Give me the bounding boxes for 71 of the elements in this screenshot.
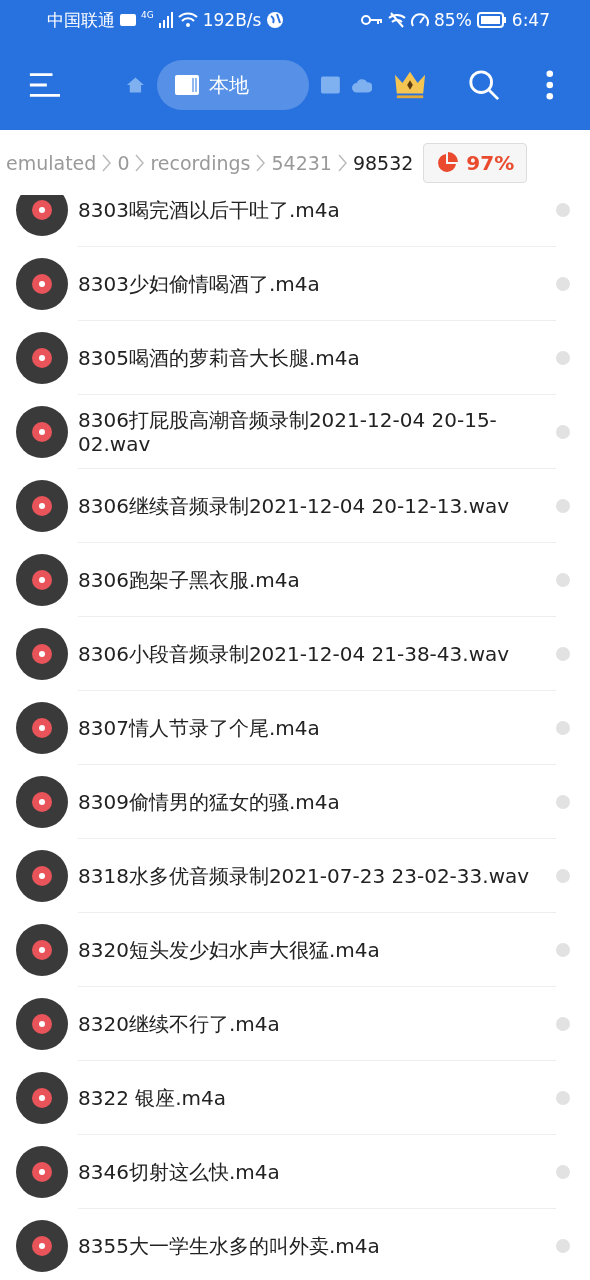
- signal-icon: [158, 12, 173, 28]
- vinyl-record-icon: [16, 776, 68, 828]
- menu-icon[interactable]: [28, 71, 60, 99]
- wifi-icon: [177, 12, 198, 28]
- network-type: 4G: [141, 10, 154, 20]
- vinyl-record-icon: [16, 195, 68, 236]
- file-name[interactable]: 8322 银座.m4a: [78, 1085, 227, 1110]
- storage-button[interactable]: 97%: [423, 142, 528, 183]
- vinyl-record-icon: [16, 850, 68, 902]
- key-icon: [361, 14, 383, 26]
- file-name[interactable]: 8303喝完酒以后干吐了.m4a: [78, 197, 340, 222]
- select-checkbox[interactable]: [556, 647, 570, 661]
- vinyl-record-icon: [16, 554, 68, 606]
- select-checkbox[interactable]: [556, 869, 570, 883]
- select-checkbox[interactable]: [556, 425, 570, 439]
- file-name[interactable]: 8306打屁股高潮音频录制2021-12-04 20-15-02.wav: [78, 407, 546, 456]
- vinyl-record-icon: [16, 998, 68, 1050]
- chevron-icon: [135, 153, 145, 172]
- battery-percent: 85%: [434, 10, 472, 30]
- file-name[interactable]: 8306小段音频录制2021-12-04 21-38-43.wav: [78, 641, 510, 666]
- select-checkbox[interactable]: [556, 1017, 570, 1031]
- select-checkbox[interactable]: [556, 721, 570, 735]
- chevron-icon: [102, 153, 112, 172]
- speedometer-icon: [411, 12, 429, 28]
- select-checkbox[interactable]: [556, 573, 570, 587]
- file-name[interactable]: 8305喝酒的萝莉音大长腿.m4a: [78, 345, 360, 370]
- breadcrumb-item[interactable]: 98532: [352, 151, 414, 174]
- file-name[interactable]: 8306跑架子黑衣服.m4a: [78, 567, 300, 592]
- file-name[interactable]: 8303少妇偷情喝酒了.m4a: [78, 271, 320, 296]
- network-speed: 192B/s: [202, 10, 262, 30]
- chevron-icon: [337, 153, 347, 172]
- vinyl-record-icon: [16, 924, 68, 976]
- file-name[interactable]: 8346切射这么快.m4a: [78, 1159, 280, 1184]
- carrier-name: 中国联通: [47, 8, 115, 32]
- battery-icon: [476, 12, 507, 28]
- file-name[interactable]: 8309偷情男的猛女的骚.m4a: [78, 789, 340, 814]
- file-name[interactable]: 8306继续音频录制2021-12-04 20-12-13.wav: [78, 493, 510, 518]
- select-checkbox[interactable]: [556, 1239, 570, 1253]
- select-checkbox[interactable]: [556, 351, 570, 365]
- select-checkbox[interactable]: [556, 499, 570, 513]
- vinyl-record-icon: [16, 332, 68, 384]
- file-name[interactable]: 8307情人节录了个尾.m4a: [78, 715, 320, 740]
- cloud-icon[interactable]: [351, 77, 373, 93]
- pie-chart-icon: [436, 151, 459, 174]
- select-checkbox[interactable]: [556, 943, 570, 957]
- vinyl-record-icon: [16, 258, 68, 310]
- select-checkbox[interactable]: [556, 1165, 570, 1179]
- vinyl-record-icon: [16, 480, 68, 532]
- file-name[interactable]: 8355大一学生水多的叫外卖.m4a: [78, 1233, 380, 1258]
- crown-icon[interactable]: [394, 70, 427, 100]
- sd-card-icon: [174, 75, 199, 95]
- globe-icon: [266, 11, 285, 29]
- sd-card-icon[interactable]: [320, 76, 340, 94]
- file-name[interactable]: 8318水多优音频录制2021-07-23 23-02-33.wav: [78, 863, 530, 888]
- vinyl-record-icon: [16, 1220, 68, 1272]
- vinyl-record-icon: [16, 1146, 68, 1198]
- vinyl-record-icon: [16, 628, 68, 680]
- chevron-icon: [256, 153, 266, 172]
- more-icon[interactable]: [546, 69, 554, 101]
- clock: 6:47: [511, 10, 550, 30]
- select-checkbox[interactable]: [556, 1091, 570, 1105]
- select-checkbox[interactable]: [556, 203, 570, 217]
- search-icon[interactable]: [468, 68, 501, 102]
- home-icon[interactable]: [126, 75, 145, 95]
- select-checkbox[interactable]: [556, 795, 570, 809]
- file-name[interactable]: 8320继续不行了.m4a: [78, 1011, 280, 1036]
- vinyl-record-icon: [16, 1072, 68, 1124]
- file-name[interactable]: 8320短头发少妇水声大很猛.m4a: [78, 937, 380, 962]
- vinyl-record-icon: [16, 702, 68, 754]
- vinyl-record-icon: [16, 406, 68, 458]
- select-checkbox[interactable]: [556, 277, 570, 291]
